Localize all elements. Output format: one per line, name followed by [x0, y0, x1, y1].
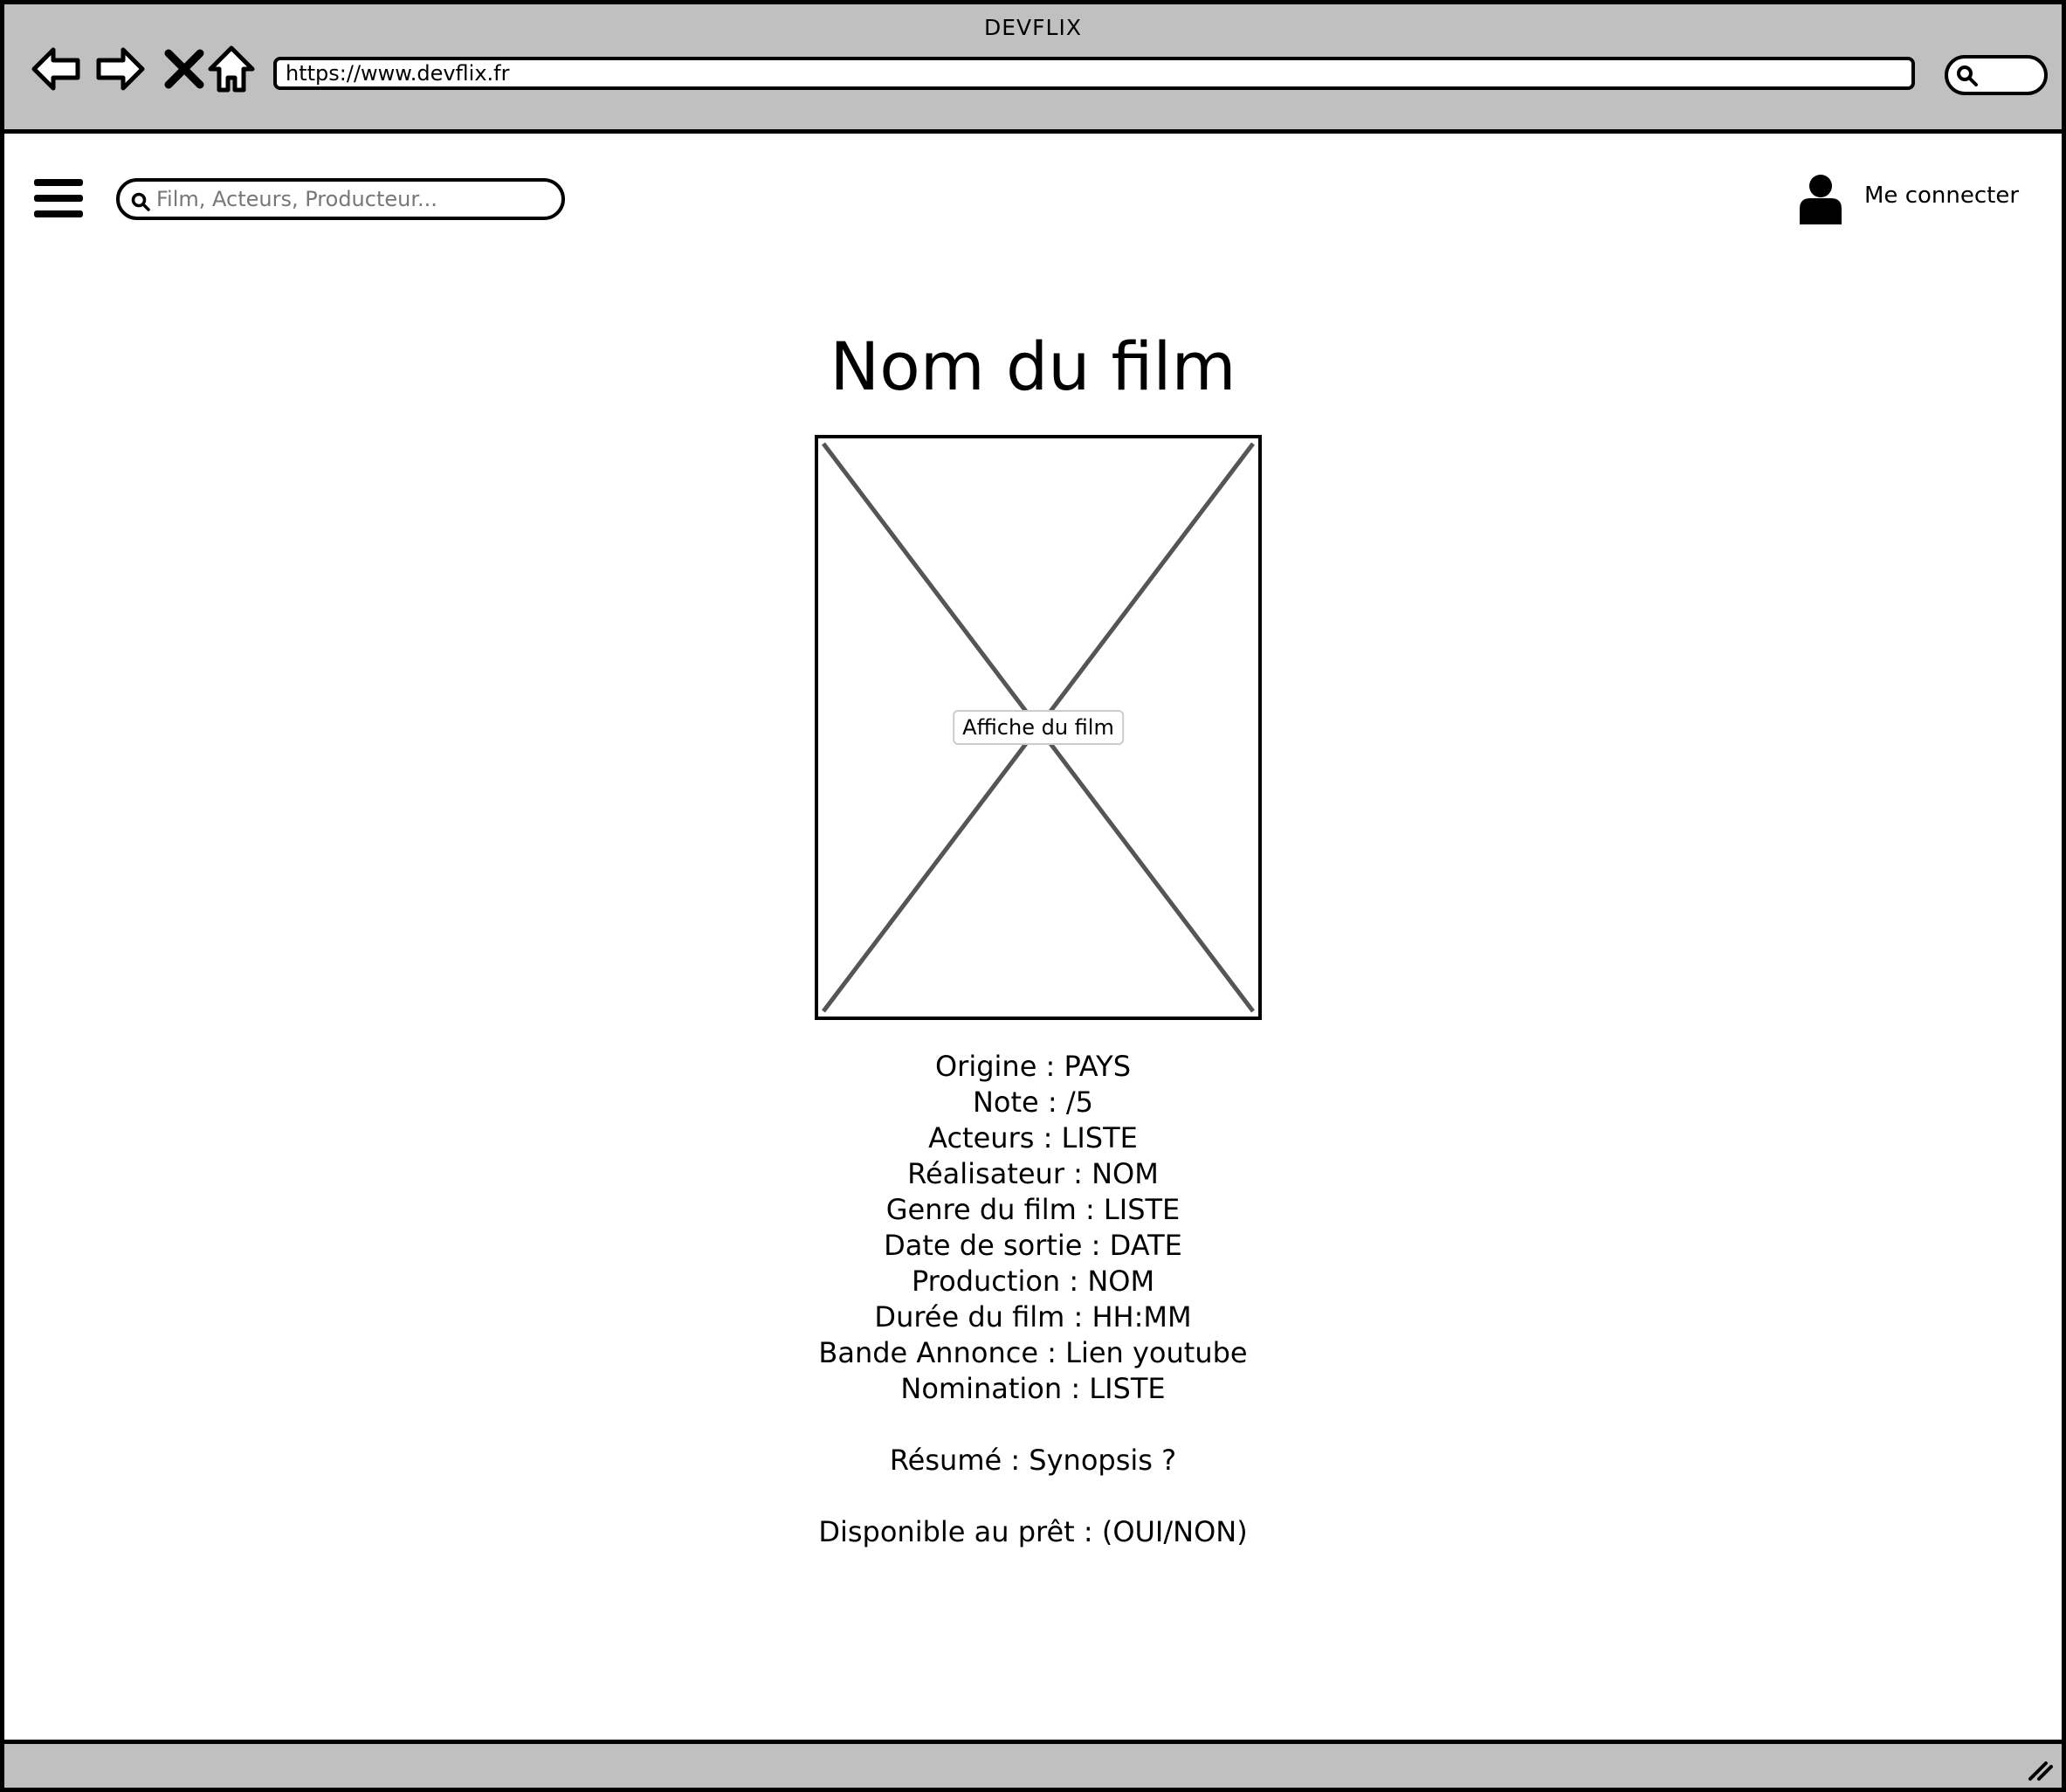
- hamburger-menu-icon[interactable]: [34, 177, 85, 219]
- detail-trailer: Bande Annonce : Lien youtube: [818, 1336, 1248, 1369]
- search-input[interactable]: [156, 185, 549, 213]
- forward-arrow-icon[interactable]: [93, 43, 146, 95]
- detail-origin: Origine : PAYS: [934, 1050, 1132, 1083]
- home-icon[interactable]: [205, 43, 258, 95]
- detail-availability: Disponible au prêt : (OUI/NON): [818, 1515, 1248, 1548]
- poster-label: Affiche du film: [953, 710, 1124, 745]
- detail-production: Production : NOM: [911, 1265, 1155, 1298]
- login-link[interactable]: Me connecter: [1864, 183, 2019, 209]
- close-icon[interactable]: [158, 43, 210, 95]
- resize-grip-icon[interactable]: [2025, 1756, 2055, 1782]
- search-icon: [131, 192, 150, 211]
- movie-poster-placeholder: Affiche du film: [815, 435, 1262, 1020]
- back-arrow-icon[interactable]: [31, 43, 83, 95]
- status-bar: [4, 1740, 2062, 1788]
- movie-title: Nom du film: [830, 327, 1236, 405]
- browser-chrome: DEVFLIX https://www.devflix.fr: [4, 4, 2062, 134]
- url-bar[interactable]: https://www.devflix.fr: [273, 57, 1915, 90]
- movie-details: Origine : PAYS Note : /5 Acteurs : LISTE…: [4, 1049, 2062, 1550]
- site-search-box[interactable]: [116, 178, 565, 220]
- detail-release-date: Date de sortie : DATE: [884, 1229, 1182, 1262]
- browser-search-field[interactable]: [1945, 55, 2048, 95]
- detail-summary: Résumé : Synopsis ?: [889, 1444, 1177, 1477]
- detail-genre: Genre du film : LISTE: [885, 1193, 1181, 1226]
- window-title: DEVFLIX: [984, 15, 1082, 40]
- detail-duration: Durée du film : HH:MM: [874, 1300, 1192, 1334]
- detail-actors: Acteurs : LISTE: [928, 1121, 1138, 1154]
- search-icon: [1957, 65, 1978, 86]
- detail-rating: Note : /5: [972, 1086, 1093, 1119]
- detail-nominations: Nomination : LISTE: [900, 1372, 1166, 1405]
- user-icon[interactable]: [1798, 174, 1843, 226]
- browser-window: DEVFLIX https://www.devflix.fr Film, Act…: [0, 0, 2066, 1792]
- detail-director: Réalisateur : NOM: [907, 1157, 1159, 1190]
